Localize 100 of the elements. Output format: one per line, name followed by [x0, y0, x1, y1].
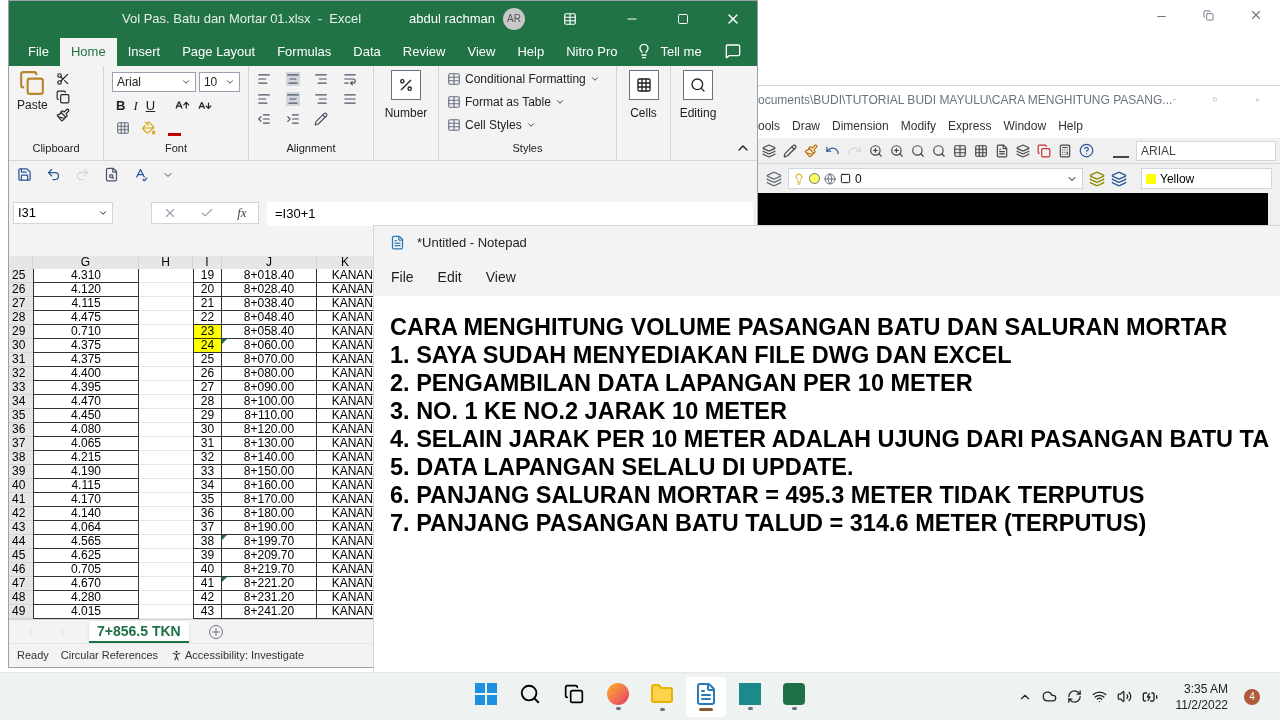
font-size-field[interactable]: 10: [198, 72, 240, 92]
row-header[interactable]: 48: [9, 591, 33, 605]
status-text[interactable]: Circular References: [60, 647, 158, 664]
row-header[interactable]: 46: [9, 563, 33, 577]
sheet-tab[interactable]: 7+856.5 TKN: [89, 620, 189, 643]
menu-item[interactable]: ools: [758, 116, 780, 135]
menu-item[interactable]: Modify: [900, 116, 937, 135]
font-name-field[interactable]: Arial: [112, 72, 196, 92]
restore-icon[interactable]: [1203, 10, 1214, 21]
layer-icon[interactable]: [762, 143, 776, 158]
zoom-icon[interactable]: [890, 143, 904, 158]
color-dropdown[interactable]: Yellow: [1141, 168, 1272, 189]
name-box[interactable]: I31: [13, 202, 113, 224]
menu-item[interactable]: View: [483, 267, 518, 288]
ribbon-tab[interactable]: Data: [342, 38, 392, 66]
row-header[interactable]: 40: [9, 479, 33, 493]
row-header[interactable]: 38: [9, 451, 33, 465]
row-header[interactable]: 33: [9, 381, 33, 395]
ribbon-tab[interactable]: Insert: [116, 38, 172, 66]
menu-item[interactable]: Dimension: [832, 116, 889, 135]
ribbon-tab[interactable]: Home: [59, 38, 117, 66]
clock[interactable]: 3:35 AM 11/2/2022: [1175, 680, 1228, 713]
layer-dropdown[interactable]: 0: [788, 168, 1083, 189]
row-header[interactable]: 27: [9, 297, 33, 311]
menu-item[interactable]: File: [389, 267, 416, 288]
ribbon-tab[interactable]: Page Layout: [171, 38, 267, 66]
italic-button[interactable]: I: [133, 96, 138, 116]
align-center-icon[interactable]: [285, 92, 300, 106]
middle-align-icon[interactable]: [285, 72, 300, 86]
row-header[interactable]: 36: [9, 423, 33, 437]
editing-button[interactable]: Editing: [679, 70, 717, 122]
row-header[interactable]: 47: [9, 577, 33, 591]
close-icon[interactable]: [1249, 8, 1263, 22]
zoom-window-icon[interactable]: [911, 143, 925, 158]
row-header[interactable]: 44: [9, 535, 33, 549]
ribbon-tab[interactable]: View: [456, 38, 507, 66]
row-header[interactable]: 31: [9, 353, 33, 367]
cloud-icon[interactable]: [1041, 689, 1057, 704]
comments-icon[interactable]: [725, 43, 741, 59]
align-left-icon[interactable]: [257, 92, 271, 106]
wifi-icon[interactable]: [1091, 689, 1107, 704]
notification-badge[interactable]: 4: [1244, 688, 1260, 705]
maximize-icon[interactable]: [677, 12, 689, 25]
column-header[interactable]: K: [317, 256, 374, 269]
row-header[interactable]: 35: [9, 409, 33, 423]
cut-icon[interactable]: [55, 72, 70, 86]
column-header[interactable]: J: [222, 256, 317, 269]
underline-button[interactable]: U: [145, 96, 156, 116]
print-preview-icon[interactable]: [104, 167, 119, 182]
fill-color-icon[interactable]: [142, 120, 156, 135]
row-header[interactable]: 34: [9, 395, 33, 409]
copy-icon[interactable]: [55, 90, 70, 104]
insert-function-button[interactable]: fx: [237, 203, 247, 223]
text-style-field[interactable]: ARIAL: [1136, 140, 1276, 161]
outdent-icon[interactable]: [257, 112, 271, 126]
status-text[interactable]: Accessibility: Investigate: [185, 647, 305, 664]
save-icon[interactable]: [17, 167, 32, 182]
row-header[interactable]: 39: [9, 465, 33, 479]
ribbon-display-icon[interactable]: [563, 11, 577, 26]
ribbon-tab[interactable]: Help: [506, 38, 556, 66]
indent-icon[interactable]: [285, 112, 300, 126]
styles-menu-button[interactable]: Format as Table: [447, 93, 608, 111]
align-right-icon[interactable]: [314, 92, 328, 106]
ribbon-tab[interactable]: File: [17, 38, 60, 66]
format-painter-icon[interactable]: [55, 108, 70, 122]
row-header[interactable]: 49: [9, 605, 33, 619]
menu-item[interactable]: Help: [1058, 116, 1083, 135]
pencil-icon[interactable]: [783, 143, 797, 158]
ribbon-tab[interactable]: Review: [391, 38, 457, 66]
layer-manager-icon[interactable]: [766, 170, 782, 187]
menu-item[interactable]: Draw: [792, 116, 821, 135]
help-icon[interactable]: [1079, 143, 1094, 158]
row-header[interactable]: 29: [9, 325, 33, 339]
row-header[interactable]: 41: [9, 493, 33, 507]
ribbon-tab[interactable]: Formulas: [266, 38, 343, 66]
row-header[interactable]: 37: [9, 437, 33, 451]
speaker-icon[interactable]: [1116, 689, 1132, 704]
undo-icon[interactable]: [46, 167, 61, 182]
column-header[interactable]: G: [33, 256, 139, 269]
menu-item[interactable]: Window: [1003, 116, 1047, 135]
styles-menu-button[interactable]: Cell Styles: [447, 116, 608, 134]
row-header[interactable]: 32: [9, 367, 33, 381]
spelling-icon[interactable]: [133, 167, 148, 182]
formula-field[interactable]: =I30+1: [267, 202, 753, 226]
row-header[interactable]: 25: [9, 269, 33, 283]
row-header[interactable]: 26: [9, 283, 33, 297]
menu-item[interactable]: Express: [948, 116, 992, 135]
column-header[interactable]: I: [193, 256, 222, 269]
ribbon-tab[interactable]: Nitro Pro: [555, 38, 629, 66]
sync-icon[interactable]: [1066, 689, 1082, 704]
column-header[interactable]: H: [139, 256, 193, 269]
row-header[interactable]: 30: [9, 339, 33, 353]
paste-button[interactable]: Paste: [17, 70, 48, 140]
row-header[interactable]: 45: [9, 549, 33, 563]
bold-button[interactable]: B: [116, 96, 126, 116]
calculator-icon[interactable]: [1058, 143, 1072, 158]
row-header[interactable]: 42: [9, 507, 33, 521]
styles-menu-button[interactable]: Conditional Formatting: [447, 70, 608, 88]
row-header[interactable]: 43: [9, 521, 33, 535]
wrap-text-icon[interactable]: [342, 72, 357, 86]
